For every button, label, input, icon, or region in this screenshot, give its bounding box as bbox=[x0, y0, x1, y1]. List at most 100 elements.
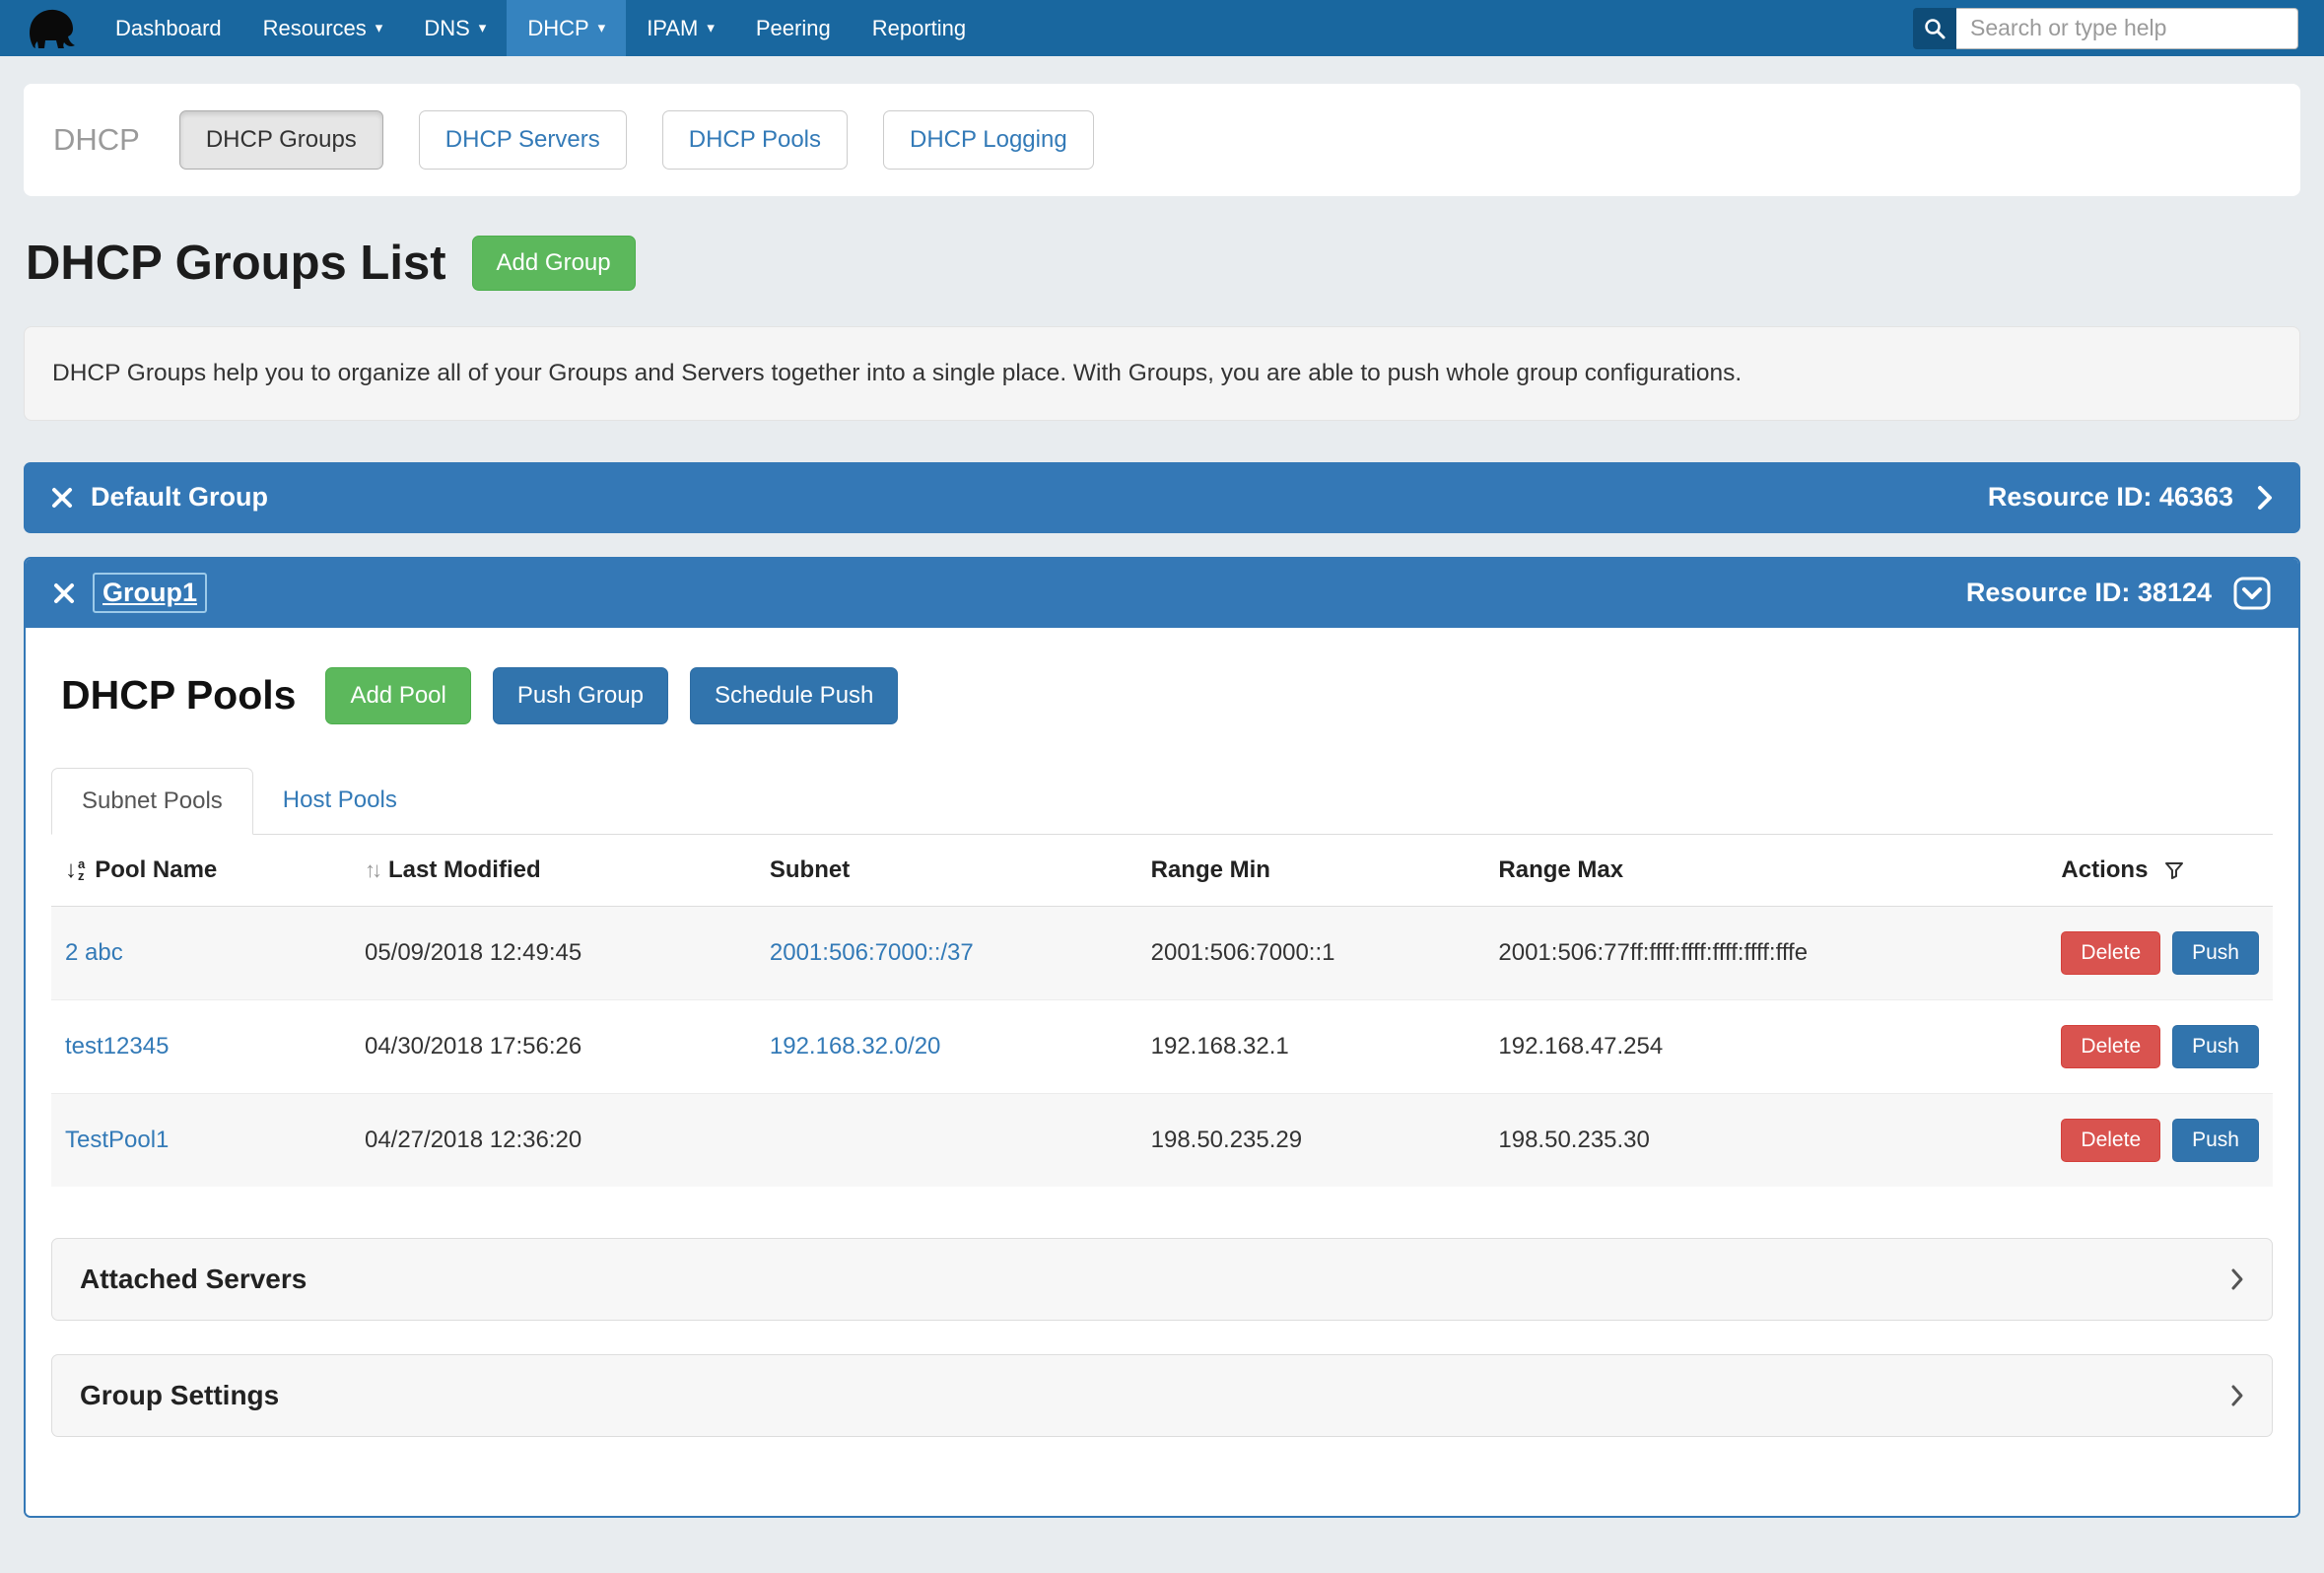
sort-alpha-asc-icon[interactable]: ↓ az bbox=[65, 856, 85, 884]
nav-dashboard-label: Dashboard bbox=[115, 16, 222, 41]
group-name-link[interactable]: Group1 bbox=[93, 573, 207, 613]
group-settings-panel[interactable]: Group Settings bbox=[51, 1354, 2273, 1437]
range-min-cell: 198.50.235.29 bbox=[1137, 1093, 1485, 1187]
push-pool-button[interactable]: Push bbox=[2172, 1025, 2259, 1068]
tab-dhcp-groups[interactable]: DHCP Groups bbox=[179, 110, 383, 170]
mammoth-logo[interactable] bbox=[0, 0, 95, 56]
table-row: 2 abc 05/09/2018 12:49:45 2001:506:7000:… bbox=[51, 906, 2273, 999]
search-icon bbox=[1923, 17, 1947, 40]
tab-dhcp-logging[interactable]: DHCP Logging bbox=[883, 110, 1094, 170]
col-label: Actions bbox=[2061, 856, 2148, 884]
attached-servers-label: Attached Servers bbox=[80, 1264, 307, 1295]
pools-tabs: Subnet Pools Host Pools bbox=[51, 768, 2273, 835]
nav-peering[interactable]: Peering bbox=[735, 0, 852, 56]
dhcp-pools-title: DHCP Pools bbox=[61, 672, 296, 718]
nav-dhcp-label: DHCP bbox=[527, 16, 588, 41]
pool-name-link[interactable]: test12345 bbox=[65, 1033, 169, 1060]
nav-dhcp[interactable]: DHCP ▾ bbox=[507, 0, 626, 56]
push-pool-button[interactable]: Push bbox=[2172, 931, 2259, 975]
add-pool-button[interactable]: Add Pool bbox=[325, 667, 470, 724]
resource-id: Resource ID: 38124 bbox=[1966, 578, 2212, 608]
push-pool-button[interactable]: Push bbox=[2172, 1119, 2259, 1162]
tab-subnet-pools[interactable]: Subnet Pools bbox=[51, 768, 253, 835]
range-min-cell: 2001:506:7000::1 bbox=[1137, 906, 1485, 999]
schedule-push-button[interactable]: Schedule Push bbox=[690, 667, 898, 724]
top-navbar: Dashboard Resources ▾ DNS ▾ DHCP ▾ IPAM ▾ Pe… bbox=[0, 0, 2324, 56]
navbar-search bbox=[1913, 0, 2324, 56]
delete-pool-button[interactable]: Delete bbox=[2061, 1025, 2160, 1068]
dhcp-subnav: DHCP DHCP Groups DHCP Servers DHCP Pools… bbox=[24, 84, 2300, 196]
caret-down-icon: ▾ bbox=[479, 21, 487, 35]
nav-peering-label: Peering bbox=[756, 16, 831, 41]
search-button[interactable] bbox=[1913, 8, 1956, 49]
tab-host-pools[interactable]: Host Pools bbox=[253, 768, 427, 834]
sort-both-icon[interactable]: ↑↓ bbox=[365, 857, 378, 883]
caret-down-icon: ▾ bbox=[707, 21, 715, 35]
col-actions: Actions bbox=[2047, 835, 2273, 907]
pool-name-link[interactable]: TestPool1 bbox=[65, 1127, 169, 1153]
resource-id: Resource ID: 46363 bbox=[1988, 482, 2233, 513]
remove-group-icon[interactable] bbox=[53, 582, 75, 604]
last-modified-cell: 05/09/2018 12:49:45 bbox=[351, 906, 756, 999]
collapse-chevron-down-icon[interactable] bbox=[2233, 577, 2271, 610]
mammoth-logo-icon bbox=[26, 7, 77, 50]
page-title: DHCP Groups List bbox=[26, 236, 446, 291]
chevron-right-icon[interactable] bbox=[2257, 484, 2273, 512]
col-range-max: Range Max bbox=[1484, 835, 2047, 907]
delete-pool-button[interactable]: Delete bbox=[2061, 931, 2160, 975]
range-max-cell: 2001:506:77ff:ffff:ffff:ffff:ffff:fffe bbox=[1484, 906, 2047, 999]
main-content: DHCP DHCP Groups DHCP Servers DHCP Pools… bbox=[24, 84, 2300, 1553]
group-header-default-group[interactable]: Default Group Resource ID: 46363 bbox=[24, 462, 2300, 533]
actions-cell: Delete Push bbox=[2047, 999, 2273, 1093]
range-max-cell: 198.50.235.30 bbox=[1484, 1093, 2047, 1187]
chevron-right-icon bbox=[2230, 1267, 2244, 1291]
page-root: Dashboard Resources ▾ DNS ▾ DHCP ▾ IPAM ▾ Pe… bbox=[0, 0, 2324, 1573]
range-min-cell: 192.168.32.1 bbox=[1137, 999, 1485, 1093]
last-modified-cell: 04/30/2018 17:56:26 bbox=[351, 999, 756, 1093]
group-panel-group1: Group1 Resource ID: 38124 DHCP Pools Add… bbox=[24, 557, 2300, 1518]
col-last-modified: ↑↓ Last Modified bbox=[351, 835, 756, 907]
group-name: Default Group bbox=[91, 482, 268, 513]
table-row: test12345 04/30/2018 17:56:26 192.168.32… bbox=[51, 999, 2273, 1093]
group-bar-right: Resource ID: 46363 bbox=[1988, 482, 2273, 513]
subnet-pools-table: ↓ az Pool Name ↑↓ Last Modified bbox=[51, 835, 2273, 1187]
nav-resources-label: Resources bbox=[263, 16, 367, 41]
group-bar-right: Resource ID: 38124 bbox=[1966, 577, 2271, 610]
remove-group-icon[interactable] bbox=[51, 487, 73, 509]
attached-servers-panel[interactable]: Attached Servers bbox=[51, 1238, 2273, 1321]
col-pool-name: ↓ az Pool Name bbox=[51, 835, 351, 907]
subnet-link[interactable]: 2001:506:7000::/37 bbox=[770, 939, 974, 966]
page-description: DHCP Groups help you to organize all of … bbox=[24, 326, 2300, 421]
col-subnet: Subnet bbox=[756, 835, 1137, 907]
group-header-group1[interactable]: Group1 Resource ID: 38124 bbox=[26, 559, 2298, 628]
add-group-button[interactable]: Add Group bbox=[472, 236, 636, 291]
caret-down-icon: ▾ bbox=[376, 21, 383, 35]
table-header-row: ↓ az Pool Name ↑↓ Last Modified bbox=[51, 835, 2273, 907]
nav-resources[interactable]: Resources ▾ bbox=[242, 0, 404, 56]
push-group-button[interactable]: Push Group bbox=[493, 667, 668, 724]
chevron-right-icon bbox=[2230, 1384, 2244, 1407]
table-row: TestPool1 04/27/2018 12:36:20 198.50.235… bbox=[51, 1093, 2273, 1187]
nav-reporting[interactable]: Reporting bbox=[852, 0, 987, 56]
tab-dhcp-pools[interactable]: DHCP Pools bbox=[662, 110, 848, 170]
col-label: Last Modified bbox=[388, 856, 541, 884]
caret-down-icon: ▾ bbox=[598, 21, 606, 35]
nav-dns-label: DNS bbox=[424, 16, 469, 41]
nav-ipam-label: IPAM bbox=[647, 16, 698, 41]
nav-dns[interactable]: DNS ▾ bbox=[403, 0, 507, 56]
nav-ipam[interactable]: IPAM ▾ bbox=[626, 0, 735, 56]
search-input[interactable] bbox=[1956, 8, 2298, 49]
col-range-min: Range Min bbox=[1137, 835, 1485, 907]
last-modified-cell: 04/27/2018 12:36:20 bbox=[351, 1093, 756, 1187]
subnet-link[interactable]: 192.168.32.0/20 bbox=[770, 1033, 941, 1060]
filter-funnel-icon[interactable] bbox=[2163, 859, 2185, 881]
subnav-section-label: DHCP bbox=[53, 122, 140, 158]
actions-cell: Delete Push bbox=[2047, 906, 2273, 999]
title-row: DHCP Groups List Add Group bbox=[26, 236, 2300, 291]
range-max-cell: 192.168.47.254 bbox=[1484, 999, 2047, 1093]
nav-dashboard[interactable]: Dashboard bbox=[95, 0, 242, 56]
tab-dhcp-servers[interactable]: DHCP Servers bbox=[419, 110, 627, 170]
pool-name-link[interactable]: 2 abc bbox=[65, 939, 123, 966]
delete-pool-button[interactable]: Delete bbox=[2061, 1119, 2160, 1162]
subnet-cell-empty bbox=[756, 1093, 1137, 1187]
